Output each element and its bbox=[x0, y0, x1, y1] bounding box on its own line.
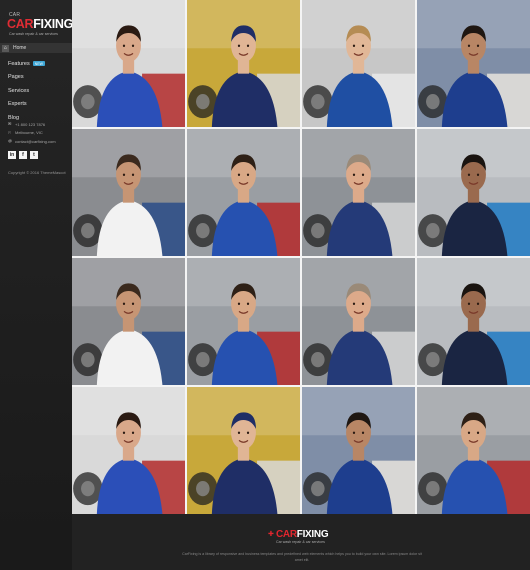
contact-phone: ✉ +1 800 123 7876 bbox=[8, 121, 46, 127]
footer: ✚ CARFIXING Car wash repair & car servic… bbox=[72, 514, 530, 570]
footer-tagline: Car wash repair & car services bbox=[276, 540, 325, 544]
gallery-photo-mechanic-woman-tire-2[interactable] bbox=[72, 387, 185, 514]
new-badge: NEW bbox=[32, 61, 45, 67]
nav-home-label: Home bbox=[13, 45, 27, 51]
sidebar-item-services[interactable]: Services bbox=[8, 84, 68, 98]
photo-gallery bbox=[72, 0, 530, 514]
sidebar-item-pages[interactable]: Pages bbox=[8, 71, 68, 85]
sidebar-item-features[interactable]: Features NEW bbox=[8, 57, 68, 71]
wrench-icon: ✚ bbox=[268, 531, 274, 538]
gallery-photo-mechanic-clipboard-2[interactable] bbox=[302, 387, 415, 514]
footer-logo-text: CARFIXING bbox=[276, 529, 329, 540]
footer-description: CarFixing is a library of responsive and… bbox=[182, 552, 422, 562]
gallery-photo-mechanic-alignment-2[interactable] bbox=[187, 258, 300, 385]
facebook-icon[interactable]: f bbox=[19, 151, 27, 159]
nav-home[interactable]: ⌂ Home bbox=[0, 43, 72, 53]
footer-logo[interactable]: ✚ CARFIXING Car wash repair & car servic… bbox=[268, 529, 338, 547]
gallery-photo-mechanic-woman-cap-2[interactable] bbox=[187, 387, 300, 514]
email-icon: @ bbox=[8, 138, 13, 144]
gallery-photo-mechanic-woman-tire[interactable] bbox=[72, 0, 185, 127]
home-icon: ⌂ bbox=[2, 44, 9, 52]
location-icon: ⚐ bbox=[8, 129, 12, 135]
social-links: in f t bbox=[8, 151, 38, 159]
twitter-icon[interactable]: t bbox=[30, 151, 38, 159]
gallery-photo-mechanic-keys-grey[interactable] bbox=[302, 129, 415, 256]
linkedin-icon[interactable]: in bbox=[8, 151, 16, 159]
gallery-photo-mechanic-keys-grey-2[interactable] bbox=[302, 258, 415, 385]
sidebar-item-experts[interactable]: Experts bbox=[8, 98, 68, 112]
contact-address: ⚐ Melbourne, VIC bbox=[8, 129, 43, 136]
sidebar-nav: Features NEW Pages Services Experts Blog bbox=[8, 57, 68, 125]
contact-email[interactable]: @ contact@carfixing.com bbox=[8, 137, 70, 146]
contact-info: ✉ +1 800 123 7876 ⚐ Melbourne, VIC @ contac… bbox=[8, 120, 70, 146]
logo[interactable]: CAR CARFIXING Car wash repair & car serv… bbox=[7, 12, 72, 38]
gallery-photo-mechanic-tire-kneel-2[interactable] bbox=[417, 258, 530, 385]
gallery-photo-mechanic-tablet-car[interactable] bbox=[302, 0, 415, 127]
gallery-photo-mechanic-clipboard[interactable] bbox=[417, 0, 530, 127]
gallery-photo-mechanic-alignment[interactable] bbox=[187, 129, 300, 256]
gallery-photo-mechanic-alignment-3[interactable] bbox=[417, 387, 530, 514]
gallery-photo-mechanic-laptop-wheel-2[interactable] bbox=[72, 258, 185, 385]
logo-text: CARFIXING bbox=[7, 17, 72, 31]
gallery-photo-mechanic-woman-cap[interactable] bbox=[187, 0, 300, 127]
gallery-photo-mechanic-laptop-wheel[interactable] bbox=[72, 129, 185, 256]
sidebar: CAR CARFIXING Car wash repair & car serv… bbox=[0, 0, 72, 570]
logo-tagline: Car wash repair & car services bbox=[9, 32, 58, 36]
gallery-photo-mechanic-tire-kneel[interactable] bbox=[417, 129, 530, 256]
copyright-text: Copyright © 2016 ThemeMascot bbox=[8, 170, 66, 175]
phone-icon: ✉ bbox=[8, 121, 12, 127]
